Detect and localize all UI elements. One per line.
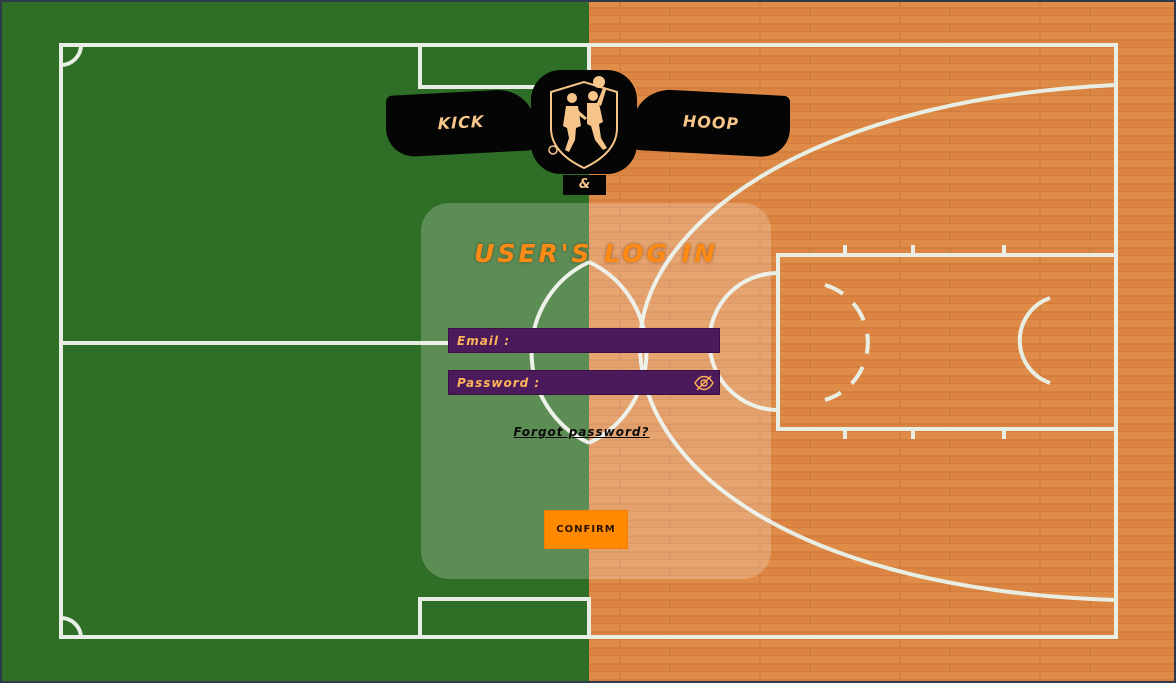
password-label: Password : bbox=[457, 376, 541, 390]
email-label: Email : bbox=[457, 334, 511, 348]
logo-emblem bbox=[531, 70, 637, 174]
email-field[interactable]: Email : bbox=[448, 328, 720, 353]
logo-banner-left: KICK bbox=[386, 88, 536, 158]
logo-banner-right: HOOP bbox=[632, 87, 790, 159]
soccer-basketball-players-icon bbox=[548, 76, 618, 170]
logo-kick-text: KICK bbox=[437, 111, 485, 134]
login-title: USER'S LOG IN bbox=[474, 239, 718, 268]
logo-hoop-text: HOOP bbox=[682, 111, 740, 134]
login-screen: KICK HOOP & USER'S LOG IN Email : Passwo… bbox=[0, 0, 1176, 683]
email-input[interactable] bbox=[515, 331, 669, 352]
eye-slash-icon[interactable] bbox=[694, 374, 714, 392]
confirm-button[interactable]: CONFIRM bbox=[544, 510, 628, 549]
password-field[interactable]: Password : bbox=[448, 370, 720, 395]
login-card: USER'S LOG IN Email : Password : Forgot … bbox=[421, 203, 771, 579]
logo-ampersand: & bbox=[563, 175, 606, 195]
forgot-password-link[interactable]: Forgot password? bbox=[421, 425, 742, 439]
password-input[interactable] bbox=[535, 373, 689, 394]
